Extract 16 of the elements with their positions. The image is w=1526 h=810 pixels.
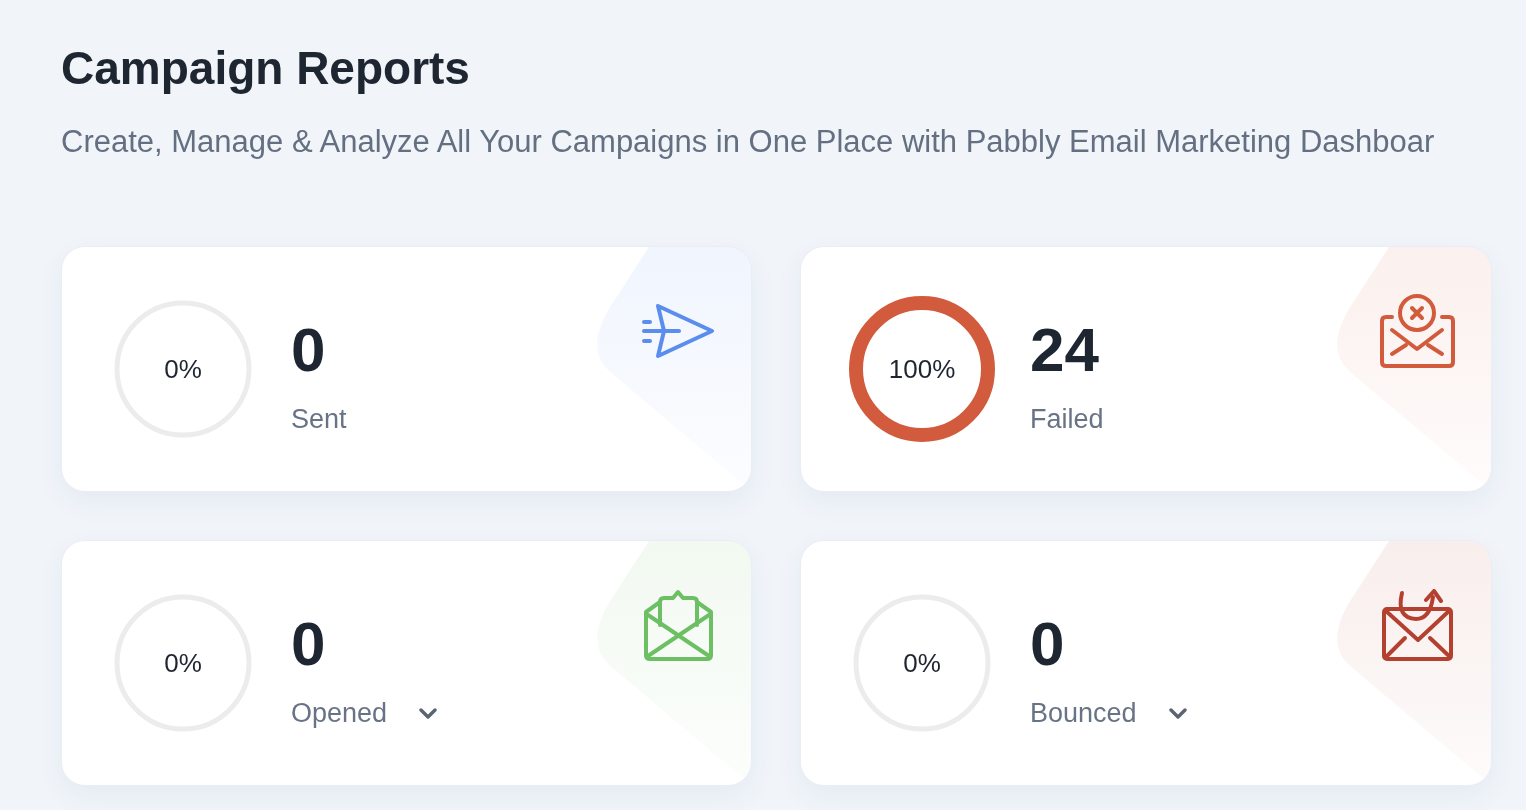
page-subtitle: Create, Manage & Analyze All Your Campaigns in One Place with Pabbly Email Marketing Dashboar <box>61 123 1435 161</box>
page-title: Campaign Reports <box>61 41 470 96</box>
stat-label: Bounced <box>1030 697 1137 730</box>
stat-value: 0 <box>291 612 326 676</box>
stat-label: Opened <box>291 697 388 730</box>
stat-label: Sent <box>291 403 347 436</box>
chevron-down-icon[interactable] <box>419 707 438 719</box>
chevron-down-icon[interactable] <box>1168 707 1187 719</box>
stat-value: 0 <box>291 318 326 382</box>
stat-label: Failed <box>1030 403 1104 436</box>
percent-label: 0% <box>164 354 202 384</box>
stat-value: 24 <box>1030 318 1099 382</box>
percent-label: 0% <box>164 648 202 678</box>
percent-label: 100% <box>888 354 956 384</box>
percent-label: 0% <box>903 648 941 678</box>
stat-value: 0 <box>1030 612 1065 676</box>
